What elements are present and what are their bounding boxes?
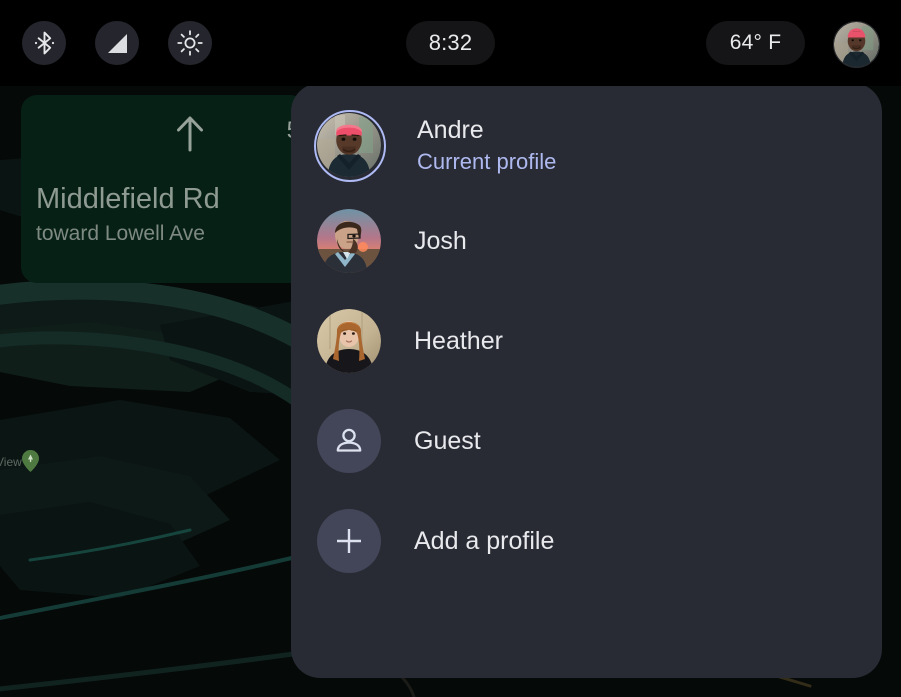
person-icon	[336, 428, 362, 452]
car-infotainment-screen: View	[0, 0, 901, 697]
avatar-wrap-andre	[314, 110, 386, 182]
profile-text-andre: Andre Current profile	[417, 115, 556, 176]
bluetooth-icon	[34, 31, 54, 55]
profile-name: Heather	[414, 327, 503, 355]
avatar-image	[317, 209, 381, 273]
profile-subtitle: Current profile	[417, 148, 557, 174]
profile-row-andre[interactable]: Andre Current profile	[291, 95, 882, 195]
temperature-display[interactable]: 64 ° F	[706, 21, 805, 65]
avatar	[834, 22, 879, 67]
brightness-icon	[177, 30, 203, 56]
clock-display[interactable]: 8:32	[406, 21, 495, 65]
plus-icon	[337, 529, 361, 553]
guest-avatar-circle	[317, 409, 381, 473]
profile-row-josh[interactable]: Josh	[291, 196, 882, 286]
signal-strength-icon	[107, 33, 127, 53]
add-profile-label: Add a profile	[414, 527, 555, 555]
avatar-wrap-heather	[317, 309, 381, 373]
avatar-image	[317, 309, 381, 373]
profile-name: Guest	[414, 427, 481, 455]
avatar-heather	[317, 309, 381, 373]
profile-row-heather[interactable]: Heather	[291, 296, 882, 386]
avatar-wrap-add-profile	[317, 509, 381, 573]
profile-switcher-panel: Andre Current profile Josh Heather Guest…	[291, 83, 882, 678]
avatar-josh	[317, 209, 381, 273]
nav-street-name: Middlefield Rd	[36, 183, 220, 215]
brightness-button[interactable]	[168, 21, 212, 65]
temperature-unit: F	[768, 31, 782, 54]
bluetooth-button[interactable]	[22, 21, 66, 65]
avatar-wrap-guest	[317, 409, 381, 473]
navigation-card[interactable]: 5 Middlefield Rd toward Lowell Ave	[21, 95, 306, 283]
nav-toward-text: toward Lowell Ave	[36, 222, 205, 245]
profile-name: Josh	[414, 227, 467, 255]
avatar-wrap-josh	[317, 209, 381, 273]
profile-row-guest[interactable]: Guest	[291, 396, 882, 486]
status-bar: 8:32 64 ° F	[0, 0, 901, 86]
avatar-image	[317, 113, 381, 177]
profile-text-add-profile: Add a profile	[414, 526, 554, 556]
clock-time: 8:32	[428, 30, 473, 55]
map-place-label: View	[0, 455, 22, 469]
arrow-up-icon	[177, 116, 203, 152]
degree-symbol: °	[753, 31, 763, 54]
profile-name: Andre	[417, 115, 484, 144]
avatar-button[interactable]	[833, 21, 880, 68]
park-pin-icon[interactable]	[22, 450, 39, 472]
avatar-andre	[317, 113, 381, 177]
signal-strength-button[interactable]	[95, 21, 139, 65]
profile-text-josh: Josh	[414, 226, 467, 256]
profile-text-guest: Guest	[414, 426, 481, 456]
add-profile-circle	[317, 509, 381, 573]
profile-row-add-profile[interactable]: Add a profile	[291, 496, 882, 586]
profile-text-heather: Heather	[414, 326, 503, 356]
temperature-value: 64	[729, 31, 754, 54]
